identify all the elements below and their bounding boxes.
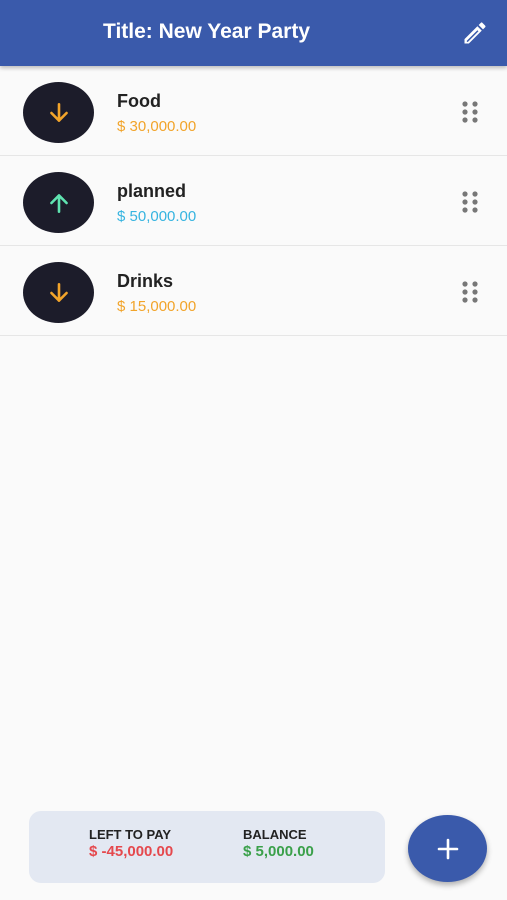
avatar bbox=[23, 82, 94, 143]
item-name: Drinks bbox=[117, 271, 174, 291]
avatar bbox=[23, 262, 94, 323]
item-name: Food bbox=[117, 91, 161, 111]
balance-label: BALANCE bbox=[243, 827, 307, 842]
pencil-icon bbox=[464, 22, 486, 44]
item-name: planned bbox=[117, 181, 187, 201]
add-item-button[interactable] bbox=[408, 815, 487, 882]
left-to-pay-label: LEFT TO PAY bbox=[89, 827, 172, 842]
app-bar: Title: New Year Party bbox=[0, 0, 507, 66]
item-amount: $ 15,000.00 bbox=[117, 298, 197, 315]
arrow-down-icon bbox=[49, 102, 68, 122]
arrow-down-icon bbox=[49, 282, 68, 302]
balance-value: $ 5,000.00 bbox=[243, 843, 314, 860]
drag-handle-icon[interactable] bbox=[458, 279, 482, 305]
list-item[interactable]: planned $ 50,000.00 bbox=[0, 156, 507, 246]
item-amount: $ 30,000.00 bbox=[117, 118, 197, 135]
transaction-list: Food $ 30,000.00 planned $ 50,000.00 Dri… bbox=[0, 66, 507, 336]
item-amount: $ 50,000.00 bbox=[117, 208, 197, 225]
summary-card: LEFT TO PAY $ -45,000.00 BALANCE $ 5,000… bbox=[29, 811, 385, 883]
list-item[interactable]: Drinks $ 15,000.00 bbox=[0, 246, 507, 336]
list-item[interactable]: Food $ 30,000.00 bbox=[0, 66, 507, 156]
plus-icon bbox=[437, 838, 458, 859]
avatar bbox=[23, 172, 94, 233]
arrow-up-icon bbox=[49, 193, 68, 213]
edit-title-button[interactable] bbox=[456, 14, 494, 52]
drag-handle-icon[interactable] bbox=[458, 189, 482, 215]
page-title: Title: New Year Party bbox=[103, 20, 310, 43]
left-to-pay-value: $ -45,000.00 bbox=[89, 843, 174, 860]
drag-handle-icon[interactable] bbox=[458, 99, 482, 125]
